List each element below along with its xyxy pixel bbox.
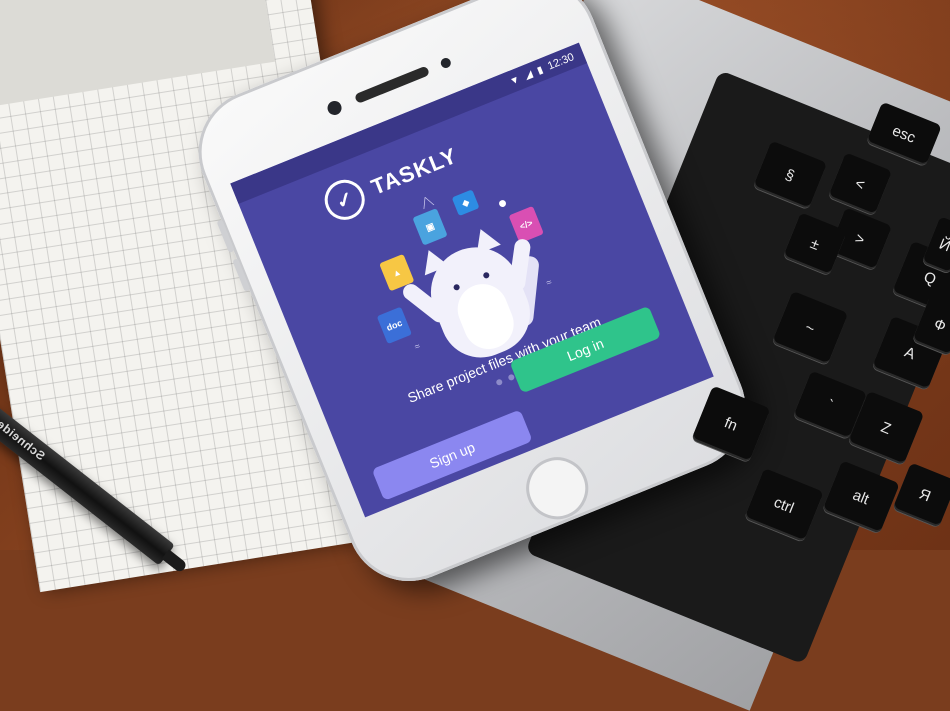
proximity-sensor [439, 56, 453, 70]
dropbox-icon: ◆ [451, 189, 480, 217]
image-file-icon: ▣ [412, 208, 448, 246]
battery-icon: ▮ [535, 64, 545, 77]
motion-lines: ≈ [413, 340, 422, 352]
earpiece-speaker [353, 65, 431, 104]
carousel-dot[interactable] [495, 378, 504, 387]
doc-file-icon: doc [376, 306, 413, 345]
motion-lines: ╱╲ [420, 195, 434, 209]
status-time: 12:30 [545, 51, 576, 73]
signal-icon: ◢ [522, 68, 535, 82]
check-chat-bubble-icon: ✓ [318, 173, 371, 226]
front-camera-icon [325, 98, 344, 118]
wifi-icon: ▼ [508, 73, 522, 88]
motion-lines: ≈ [544, 276, 554, 288]
